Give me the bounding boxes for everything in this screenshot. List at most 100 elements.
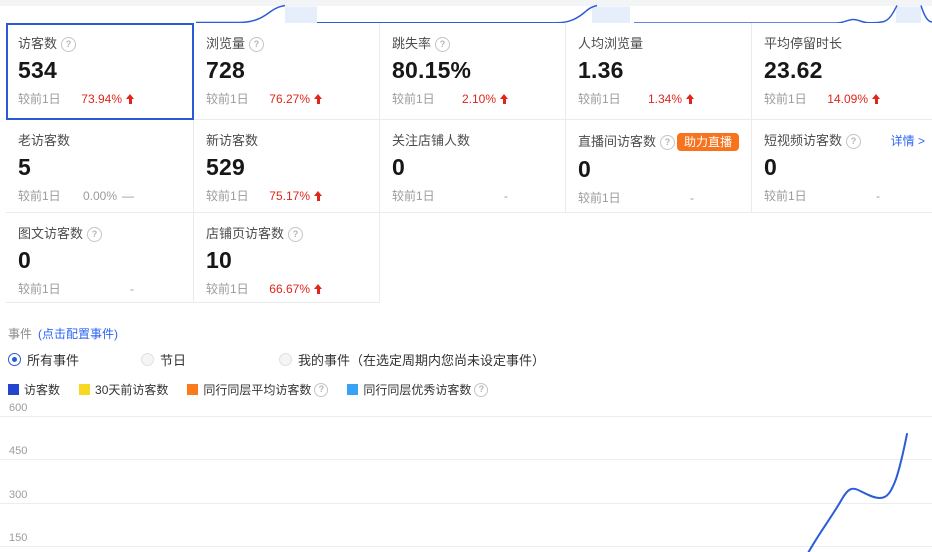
metric-value: 23.62 — [764, 57, 925, 83]
metric-label: 关注店铺人数 — [392, 133, 470, 149]
metric-value: 0 — [764, 154, 925, 180]
legend-item-peer-top[interactable]: 同行同层优秀访客数? — [347, 381, 488, 398]
help-icon[interactable]: ? — [660, 135, 675, 150]
compare-period-label: 较前1日 — [392, 189, 435, 203]
metric-value: 0 — [392, 154, 553, 180]
arrow-up-icon — [872, 94, 880, 104]
radio-holidays[interactable]: 节日 — [141, 350, 186, 369]
metric-label: 短视频访客数 — [764, 133, 842, 149]
flat-dash: — — [122, 189, 134, 203]
help-icon[interactable]: ? — [61, 37, 76, 52]
legend-item-visitors[interactable]: 访客数 — [8, 381, 60, 398]
compare-period-label: 较前1日 — [764, 92, 807, 106]
change-percent: 1.34% — [648, 92, 682, 106]
previous-row-sparklines — [0, 0, 932, 23]
help-icon[interactable]: ? — [314, 383, 328, 397]
metric-card-pageviews[interactable]: 浏览量? 728 较前1日 76.27% — [194, 23, 380, 120]
metric-value: 728 — [206, 57, 367, 83]
help-icon[interactable]: ? — [288, 227, 303, 242]
metric-label: 店铺页访客数 — [206, 226, 284, 242]
legend-swatch — [187, 384, 198, 395]
sparklines-svg — [0, 0, 932, 23]
change-percent: - — [690, 191, 694, 205]
help-icon[interactable]: ? — [474, 383, 488, 397]
compare-period-label: 较前1日 — [392, 92, 435, 106]
events-section: 事件 (点击配置事件) 所有事件 节日 我的事件（在选定周期内您尚未设定事件） — [8, 327, 908, 369]
legend-swatch — [347, 384, 358, 395]
metric-label: 浏览量 — [206, 36, 245, 52]
compare-period-label: 较前1日 — [578, 92, 621, 106]
help-icon[interactable]: ? — [249, 37, 264, 52]
change-percent: 0.00% — [83, 189, 117, 203]
metric-value: 1.36 — [578, 57, 739, 83]
metric-label: 图文访客数 — [18, 226, 83, 242]
compare-period-label: 较前1日 — [206, 189, 249, 203]
arrow-up-icon — [314, 94, 322, 104]
metric-value: 534 — [18, 57, 182, 83]
metric-label: 老访客数 — [18, 133, 70, 149]
legend-swatch — [8, 384, 19, 395]
legend-swatch — [79, 384, 90, 395]
arrow-up-icon — [126, 94, 134, 104]
metric-label: 平均停留时长 — [764, 36, 842, 52]
metric-value: 0 — [578, 156, 739, 182]
metric-label: 直播间访客数 — [578, 134, 656, 150]
metric-value: 5 — [18, 154, 181, 180]
compare-period-label: 较前1日 — [18, 189, 61, 203]
radio-icon — [8, 353, 21, 366]
metric-card-new-visitors[interactable]: 新访客数 529 较前1日75.17% — [194, 120, 380, 213]
arrow-up-icon — [500, 94, 508, 104]
radio-all-events[interactable]: 所有事件 — [8, 350, 79, 369]
empty-cell — [566, 213, 752, 303]
legend-item-visitors-30d-ago[interactable]: 30天前访客数 — [79, 381, 168, 398]
metric-card-image-text-visitors[interactable]: 图文访客数? 0 较前1日 - — [6, 213, 194, 303]
change-percent: 76.27% — [269, 92, 310, 106]
metric-card-bounce-rate[interactable]: 跳失率? 80.15% 较前1日 2.10% — [380, 23, 566, 120]
change-percent: - — [130, 282, 134, 296]
metric-label: 跳失率 — [392, 36, 431, 52]
help-icon[interactable]: ? — [87, 227, 102, 242]
visitors-trend-chart: 600 450 300 150 — [0, 400, 932, 552]
legend-item-peer-average[interactable]: 同行同层平均访客数? — [187, 381, 328, 398]
compare-period-label: 较前1日 — [206, 282, 249, 296]
metric-value: 10 — [206, 247, 367, 273]
metric-label: 访客数 — [18, 36, 57, 52]
change-percent: - — [504, 189, 508, 203]
sparkline-highlight-bands — [285, 7, 921, 24]
help-icon[interactable]: ? — [435, 37, 450, 52]
details-link[interactable]: 详情 > — [891, 133, 925, 149]
help-icon[interactable]: ? — [846, 134, 861, 149]
change-percent: - — [876, 189, 880, 203]
radio-my-events[interactable]: 我的事件（在选定周期内您尚未设定事件） — [279, 350, 545, 369]
compare-period-label: 较前1日 — [578, 191, 621, 205]
compare-period-label: 较前1日 — [18, 282, 61, 296]
metric-card-shop-page-visitors[interactable]: 店铺页访客数? 10 较前1日 66.67% — [194, 213, 380, 303]
compare-period-label: 较前1日 — [18, 92, 61, 106]
events-title: 事件 — [8, 327, 32, 341]
radio-icon — [141, 353, 154, 366]
compare-period-label: 较前1日 — [206, 92, 249, 106]
change-percent: 66.67% — [269, 282, 310, 296]
metric-card-returning-visitors[interactable]: 老访客数 5 较前1日 0.00% — — [6, 120, 194, 213]
metric-card-short-video-visitors[interactable]: 短视频访客数? 详情 > 0 较前1日 - — [752, 120, 932, 213]
metric-card-livestream-visitors[interactable]: 直播间访客数?助力直播 0 较前1日 - — [566, 120, 752, 213]
visitors-line — [800, 434, 907, 552]
metric-card-views-per-visitor[interactable]: 人均浏览量 1.36 较前1日1.34% — [566, 23, 752, 120]
arrow-up-icon — [314, 191, 322, 201]
trend-line-svg — [0, 400, 932, 552]
metrics-grid: 访客数? 534 较前1日73.94% 浏览量? 728 较前1日76.27% … — [6, 23, 932, 303]
metric-card-visitors[interactable]: 访客数? 534 较前1日 73.94% — [6, 23, 194, 120]
compare-period-label: 较前1日 — [764, 189, 807, 203]
boost-livestream-badge[interactable]: 助力直播 — [677, 133, 739, 151]
empty-cell — [752, 213, 932, 303]
configure-events-link[interactable]: (点击配置事件) — [38, 327, 118, 341]
metric-card-avg-stay-duration[interactable]: 平均停留时长 23.62 较前1日14.09% — [752, 23, 932, 120]
metric-value: 80.15% — [392, 57, 553, 83]
change-percent: 2.10% — [462, 92, 496, 106]
arrow-up-icon — [686, 94, 694, 104]
change-percent: 73.94% — [81, 92, 122, 106]
metric-card-shop-followers[interactable]: 关注店铺人数 0 较前1日 - — [380, 120, 566, 213]
metric-value: 0 — [18, 247, 181, 273]
arrow-up-icon — [314, 284, 322, 294]
radio-icon — [279, 353, 292, 366]
